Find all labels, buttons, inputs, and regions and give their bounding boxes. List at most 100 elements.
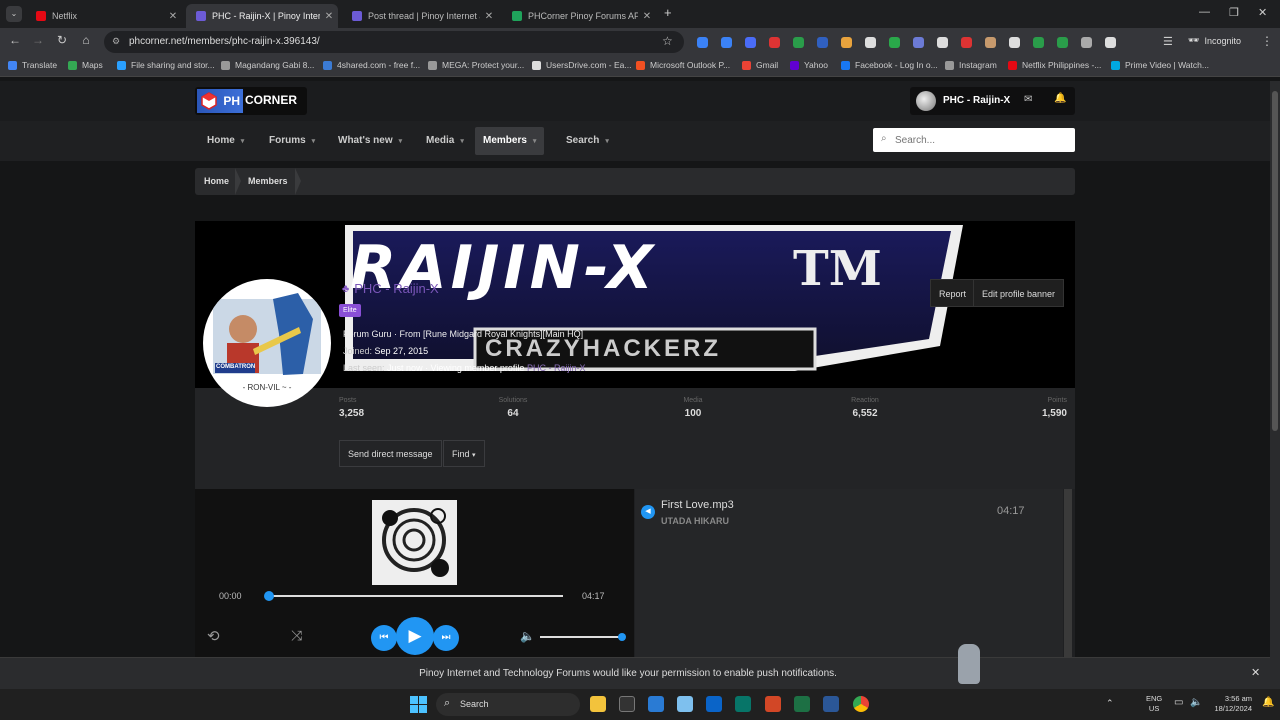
maximize-button[interactable]: ❐ [1229,6,1239,19]
extension-icon[interactable] [1033,37,1044,48]
nav-item-media[interactable]: Media ▾ [418,127,472,155]
page-scrollbar[interactable] [1270,81,1280,689]
extension-icon[interactable] [913,37,924,48]
notification-center-icon[interactable]: 🔔 [1262,697,1274,708]
extension-icon[interactable] [1009,37,1020,48]
minimize-button[interactable]: — [1199,6,1210,18]
outlook-icon[interactable] [706,696,722,712]
publisher-icon[interactable] [735,696,751,712]
bookmark-item[interactable]: 4shared.com - free f... [323,60,420,70]
address-bar[interactable]: ⚙ phcorner.net/members/phc-raijin-x.3961… [104,31,684,53]
taskbar-search[interactable]: ⌕ Search [436,693,580,716]
nav-item-what-s-new[interactable]: What's new ▾ [330,127,410,155]
bookmark-item[interactable]: Prime Video | Watch... [1111,60,1209,70]
extension-icon[interactable] [793,37,804,48]
breadcrumb-home[interactable]: Home [204,176,229,186]
tab-search-button[interactable]: ⌄ [6,6,22,22]
edit-profile-banner-button[interactable]: Edit profile banner [973,279,1065,307]
close-tab-icon[interactable]: ✕ [480,11,498,22]
bookmark-item[interactable]: UsersDrive.com - Ea... [532,60,632,70]
bookmark-item[interactable]: Maps [68,60,103,70]
next-track-button[interactable]: ⏭ [433,625,459,651]
new-tab-button[interactable]: + [664,5,672,20]
chevron-up-icon[interactable]: ⌃ [1106,698,1114,709]
bookmark-star-icon[interactable]: ☆ [662,34,673,48]
close-notification-button[interactable]: ✕ [1251,666,1260,679]
extension-icon[interactable] [985,37,996,48]
volume-icon[interactable]: 🔈 [520,629,535,643]
inbox-icon[interactable]: ✉ [1024,94,1032,105]
bookmark-item[interactable]: Yahoo [790,60,828,70]
last-seen-member-link[interactable]: PHC - Raijin-X [527,363,586,373]
file-explorer-icon[interactable] [590,696,606,712]
stat-solutions[interactable]: Solutions 64 [499,397,528,419]
incognito-indicator[interactable]: 🕶 Incognito [1188,35,1241,46]
bookmark-item[interactable]: File sharing and stor... [117,60,215,70]
close-window-button[interactable]: ✕ [1258,6,1267,19]
home-button[interactable]: ⌂ [77,33,95,47]
reload-button[interactable]: ↻ [53,33,71,47]
nav-item-search[interactable]: Search ▾ [558,127,617,155]
extension-icon[interactable] [1057,37,1068,48]
volume-icon[interactable]: 🔈 [1190,697,1202,708]
browser-tab[interactable]: Post thread | Pinoy Internet an ✕ [342,4,498,28]
forward-button[interactable]: → [29,33,47,47]
phcorner-logo[interactable]: PH CORNER [195,87,307,115]
word-icon[interactable] [823,696,839,712]
nav-item-members[interactable]: Members ▾ [475,127,545,155]
stat-points[interactable]: Points 1,590 [1042,397,1067,419]
extension-icon[interactable] [817,37,828,48]
previous-track-button[interactable]: ⏮ [371,625,397,651]
volume-handle[interactable] [618,633,626,641]
clock[interactable]: 3:56 am 18/12/2024 [1206,694,1252,714]
extension-icon[interactable] [937,37,948,48]
extension-icon[interactable] [1081,37,1092,48]
bookmark-item[interactable]: MEGA: Protect your... [428,60,524,70]
bell-icon[interactable]: 🔔 [1054,93,1066,104]
search-input[interactable] [895,132,1065,148]
start-button[interactable] [410,696,427,713]
bookmark-item[interactable]: Magandang Gabi 8... [221,60,314,70]
extension-icon[interactable] [769,37,780,48]
bookmark-item[interactable]: Instagram [945,60,997,70]
close-tab-icon[interactable]: ✕ [320,11,338,22]
nav-item-forums[interactable]: Forums ▾ [261,127,323,155]
user-avatar[interactable] [916,91,936,111]
back-button[interactable]: ← [6,33,24,47]
bookmark-item[interactable]: Microsoft Outlook P... [636,60,730,70]
browser-tab[interactable]: Netflix ✕ [26,4,182,28]
extension-icon[interactable] [745,37,756,48]
play-button[interactable]: ▶ [396,617,434,655]
profile-avatar[interactable]: COMBATRON - RON-VIL ~ - [203,279,331,407]
language-indicator[interactable]: ENG US [1146,694,1162,714]
extension-icon[interactable] [721,37,732,48]
terminal-icon[interactable] [619,696,635,712]
site-info-icon[interactable]: ⚙ [112,36,120,47]
extension-icon[interactable] [841,37,852,48]
tab-groups-icon[interactable]: ☰ [1163,35,1173,48]
seek-handle[interactable] [264,591,274,601]
close-tab-icon[interactable]: ✕ [164,11,182,22]
shuffle-icon[interactable]: ⤨ [291,627,302,644]
extension-icon[interactable] [697,37,708,48]
extension-icon[interactable] [1105,37,1116,48]
extension-icon[interactable] [865,37,876,48]
page-scrollbar-thumb[interactable] [1272,91,1278,431]
stat-reaction[interactable]: Reaction 6,552 [851,397,879,419]
bookmark-item[interactable]: Gmail [742,60,778,70]
bookmark-item[interactable]: Netflix Philippines -... [1008,60,1101,70]
nav-item-home[interactable]: Home ▾ [199,127,252,155]
report-button[interactable]: Report [930,279,976,307]
bookmark-item[interactable]: Facebook - Log In o... [841,60,938,70]
playlist-scrollbar[interactable] [1064,489,1072,657]
playlist-item[interactable]: ◀ First Love.mp3 UTADA HIKARU 04:17 [635,489,1063,529]
user-name[interactable]: PHC - Raijin-X [943,95,1010,106]
send-direct-message-button[interactable]: Send direct message [339,440,442,467]
stat-posts[interactable]: Posts 3,258 [339,397,364,419]
extension-icon[interactable] [889,37,900,48]
excel-icon[interactable] [794,696,810,712]
browser-tab[interactable]: PHC - Raijin-X | Pinoy Internet a✕ [186,4,338,28]
repeat-icon[interactable]: ⟲ [207,627,220,645]
extension-icon[interactable] [961,37,972,48]
seek-bar[interactable] [269,595,563,597]
